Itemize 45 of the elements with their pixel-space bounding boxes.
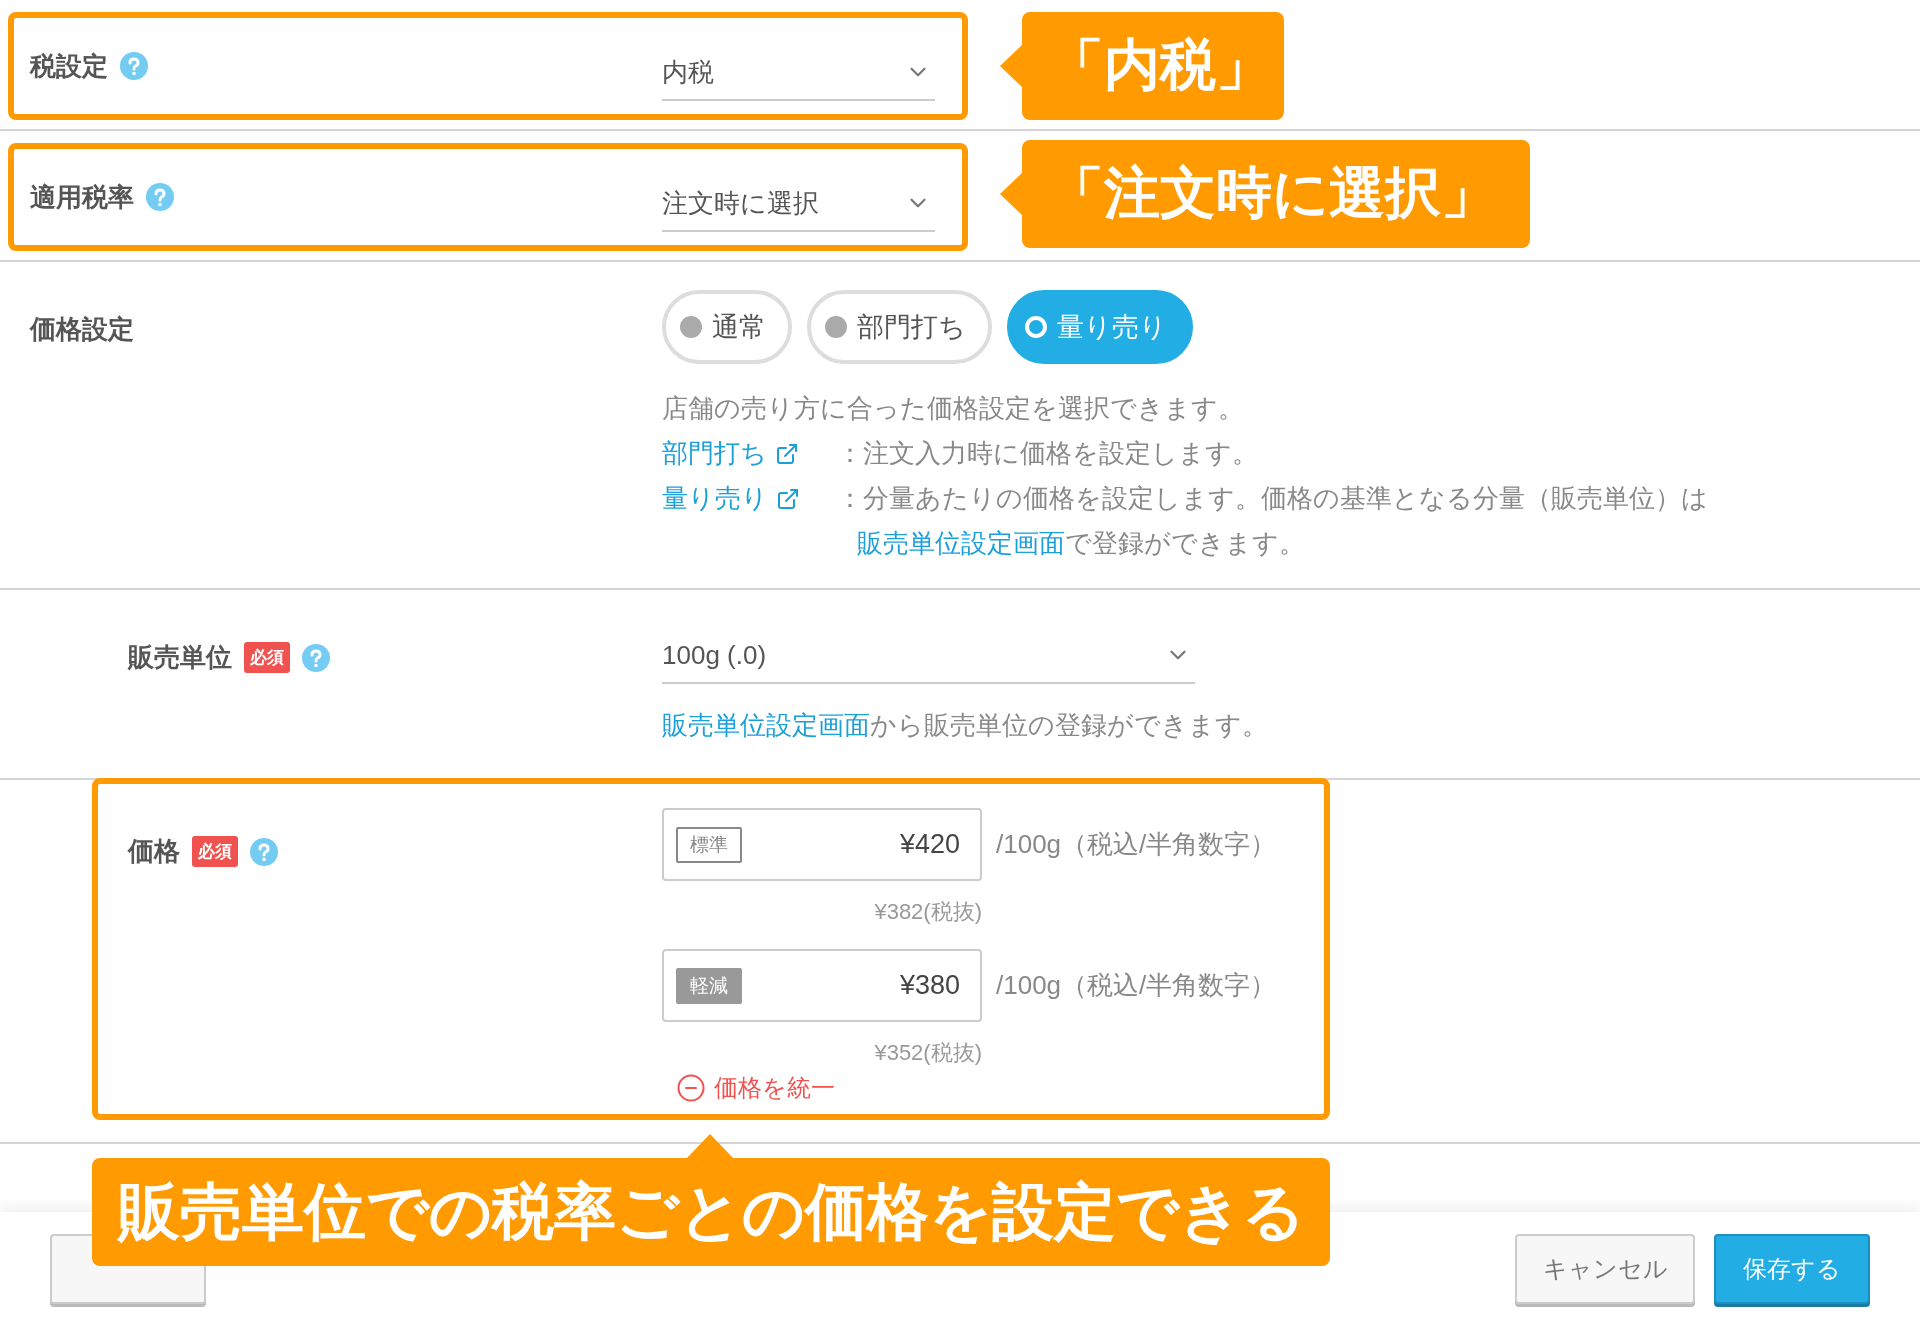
settings-link[interactable]: 販売単位設定画面 (857, 528, 1065, 558)
help-icon[interactable] (120, 52, 148, 80)
settings-link[interactable]: 販売単位設定画面 (662, 710, 870, 740)
select-field[interactable]: 注文時に選択 (662, 176, 935, 232)
unit-text: /100g（税込/半角数字） (996, 969, 1277, 1002)
footer-button[interactable]: 保存する (1714, 1234, 1870, 1304)
help-icon[interactable] (250, 837, 278, 866)
annotation-tooltip: 「内税」 (1022, 12, 1284, 120)
footer-button[interactable]: キャンセル (1515, 1234, 1695, 1304)
required-badge: 必須 (192, 836, 238, 867)
callout-pointer (686, 1134, 734, 1159)
field-label: 税設定 (30, 49, 108, 83)
mode-link[interactable]: 量り売り (662, 476, 837, 521)
tax-tag: 軽減 (676, 967, 742, 1004)
unit-text: /100g（税込/半角数字） (996, 828, 1277, 861)
price-input[interactable]: 標準 ¥420 (662, 808, 982, 881)
required-badge: 必須 (244, 642, 290, 673)
hint-text: 販売単位設定画面から販売単位の登録ができます。 (662, 709, 1268, 742)
note-text: ：分量あたりの価格を設定します。価格の基準となる分量（販売単位）は 販売単位設定画面で登録ができます。 (837, 482, 1709, 560)
annotation-tooltip: 販売単位での税率ごとの価格を設定できる (92, 1158, 1330, 1266)
annotation-tooltip: 「注文時に選択」 (1022, 140, 1530, 248)
radio-pill[interactable]: 部門打ち (807, 290, 992, 364)
select-field[interactable]: 内税 (662, 45, 935, 101)
help-icon[interactable] (302, 643, 330, 672)
callout-pointer (1000, 172, 1023, 216)
tax-excluded-price: ¥382(税抜) (873, 898, 982, 926)
note-text: ：注文入力時に価格を設定します。 (837, 437, 1259, 470)
field-label: 販売単位 (128, 641, 232, 674)
tax-excluded-price: ¥352(税抜) (873, 1039, 982, 1067)
field-label: 価格 (128, 835, 180, 868)
mode-link[interactable]: 部門打ち (662, 431, 837, 476)
external-link-icon (776, 486, 800, 511)
radio-pill[interactable]: 通常 (662, 290, 792, 364)
minus-circle-icon (676, 1073, 706, 1103)
field-label: 価格設定 (30, 313, 134, 346)
field-label: 適用税率 (30, 180, 134, 214)
unify-price-link[interactable]: 価格を統一 (676, 1072, 835, 1104)
price-input[interactable]: 軽減 ¥380 (662, 949, 982, 1022)
external-link-icon (775, 441, 799, 466)
callout-pointer (1000, 44, 1023, 88)
radio-pill[interactable]: 量り売り (1007, 290, 1193, 364)
help-icon[interactable] (146, 183, 174, 211)
select-field[interactable]: 100g (.0) (662, 628, 1195, 684)
description-text: 店舗の売り方に合った価格設定を選択できます。 (662, 392, 1245, 425)
tax-tag: 標準 (676, 826, 742, 863)
